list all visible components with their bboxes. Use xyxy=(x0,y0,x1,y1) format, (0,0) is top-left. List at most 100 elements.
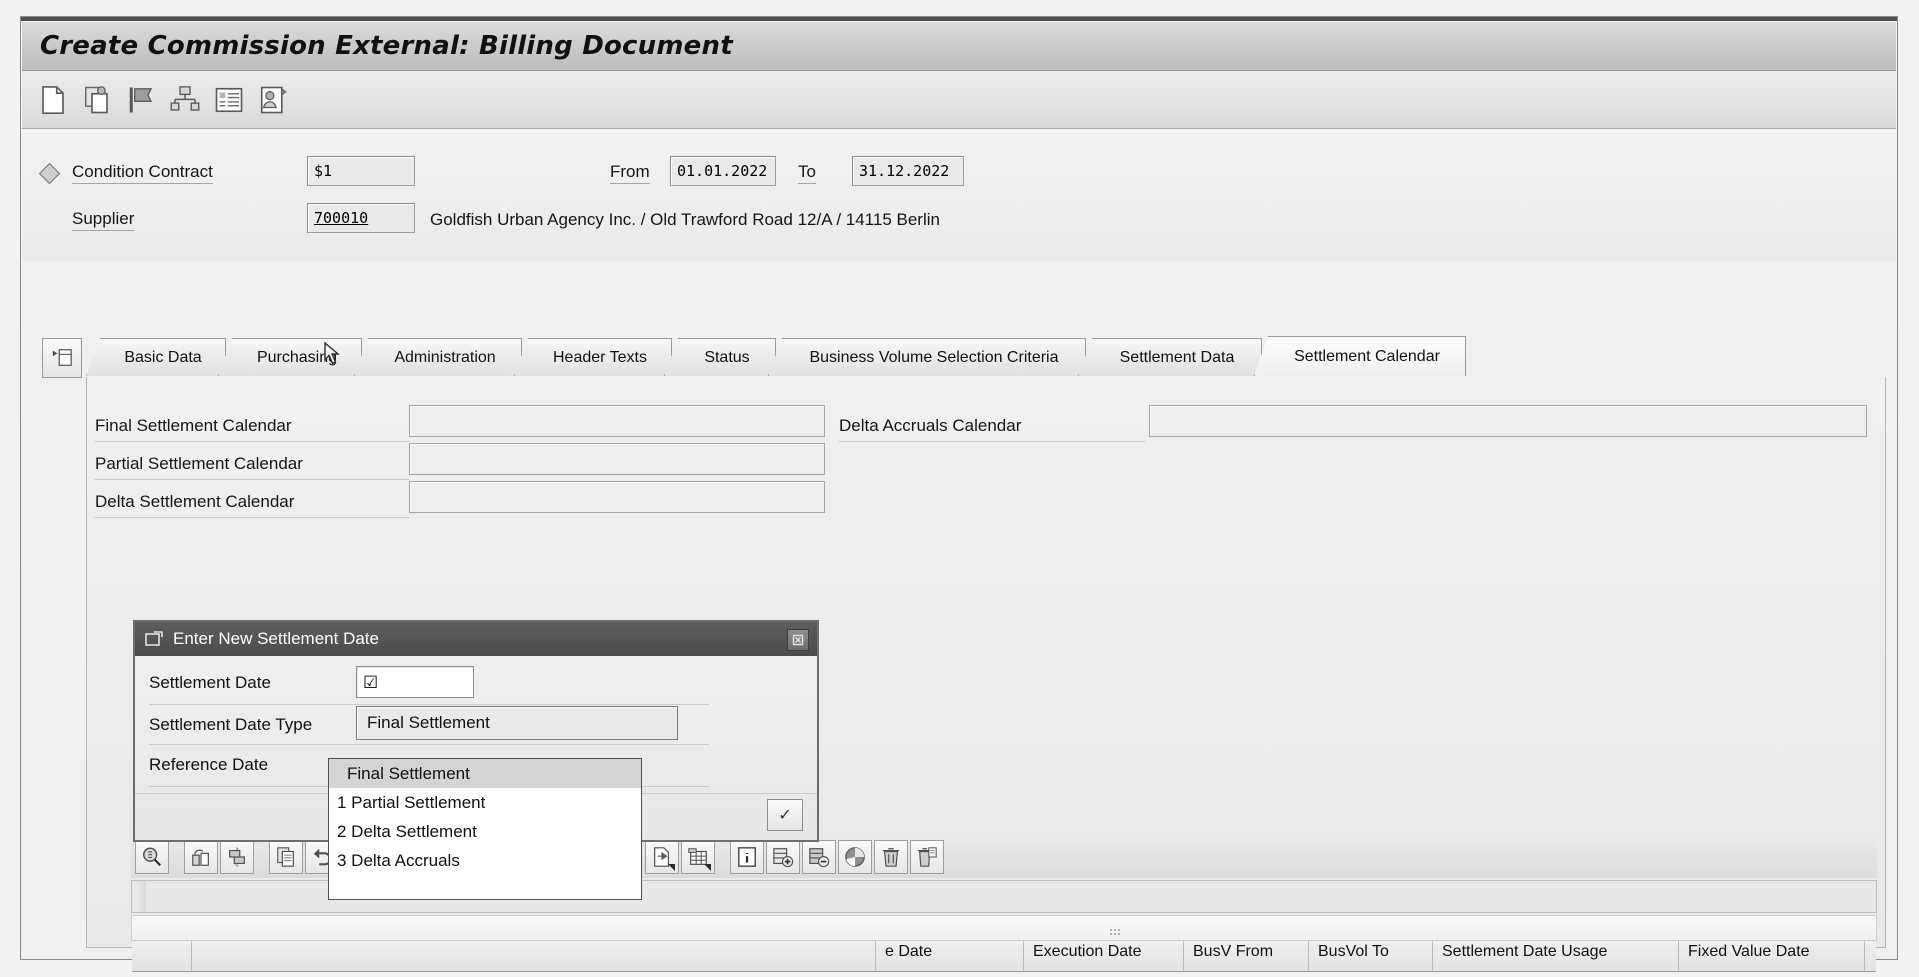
hierarchy-icon[interactable] xyxy=(170,85,200,115)
dialog-field-underline xyxy=(149,744,709,745)
dropdown-option-delta-accruals[interactable]: 3 Delta Accruals xyxy=(329,846,641,875)
close-icon[interactable] xyxy=(787,629,809,651)
settlement-date-type-select[interactable]: Final Settlement xyxy=(356,706,678,740)
tab-area: Basic Data Purchasing Administration Hea… xyxy=(22,261,1896,958)
tab-basic-data[interactable]: Basic Data xyxy=(86,338,226,376)
final-settlement-calendar-label-wrap: Final Settlement Calendar xyxy=(95,411,292,441)
field-underline xyxy=(95,517,409,518)
valid-from-input[interactable]: 01.01.2022 xyxy=(670,156,776,186)
supplier-label-wrap: Supplier xyxy=(72,205,134,235)
check-entries-icon[interactable] xyxy=(184,840,218,874)
window-icon xyxy=(145,631,163,647)
dropdown-option-final-settlement[interactable]: Final Settlement xyxy=(329,759,641,788)
copy-document-icon[interactable] xyxy=(82,85,112,115)
tab-label: Business Volume Selection Criteria xyxy=(809,349,1058,367)
mouse-cursor-icon xyxy=(324,342,342,368)
field-underline xyxy=(839,441,1145,442)
status-diamond-icon xyxy=(39,162,60,183)
delta-accruals-calendar-label-wrap: Delta Accruals Calendar xyxy=(839,411,1021,441)
confirm-button[interactable]: ✓ xyxy=(767,799,803,831)
settlement-date-label-wrap: Settlement Date xyxy=(149,666,271,700)
condition-contract-label: Condition Contract xyxy=(72,162,213,184)
delete-row-icon[interactable] xyxy=(802,840,836,874)
detail-magnifier-icon[interactable] xyxy=(135,840,169,874)
delta-accruals-calendar-select[interactable] xyxy=(1149,405,1867,437)
delta-accruals-calendar-label: Delta Accruals Calendar xyxy=(839,416,1021,436)
tab-administration[interactable]: Administration xyxy=(354,338,522,376)
export-icon[interactable] xyxy=(645,840,679,874)
final-settlement-calendar-label: Final Settlement Calendar xyxy=(95,416,292,436)
dialog-title-bar[interactable]: Enter New Settlement Date xyxy=(135,622,817,656)
tab-header-texts[interactable]: Header Texts xyxy=(514,338,672,376)
table-row[interactable] xyxy=(132,970,1876,977)
dropdown-option-partial-settlement[interactable]: 1 Partial Settlement xyxy=(329,788,641,817)
condition-contract-input[interactable]: $1 xyxy=(307,156,415,186)
tab-status[interactable]: Status xyxy=(664,338,776,376)
toolbar-separator xyxy=(717,840,728,874)
settlement-date-label: Settlement Date xyxy=(149,673,271,693)
dialog-title: Enter New Settlement Date xyxy=(173,629,379,649)
partial-settlement-calendar-label-wrap: Partial Settlement Calendar xyxy=(95,449,303,479)
tab-settlement-calendar[interactable]: Settlement Calendar xyxy=(1254,336,1466,376)
chevron-down-icon xyxy=(668,864,675,871)
settlement-date-value: ☑ xyxy=(363,674,378,691)
info-icon[interactable] xyxy=(730,840,764,874)
delete-all-icon[interactable] xyxy=(910,840,944,874)
field-underline xyxy=(95,479,409,480)
settlement-date-input[interactable]: ☑ xyxy=(356,666,474,698)
partial-settlement-calendar-label: Partial Settlement Calendar xyxy=(95,454,303,474)
delta-settlement-calendar-label-wrap: Delta Settlement Calendar xyxy=(95,487,294,517)
reference-date-label-wrap: Reference Date xyxy=(149,748,268,782)
graphic-icon[interactable] xyxy=(838,840,872,874)
document-header: Condition Contract $1 From 01.01.2022 To… xyxy=(22,130,1896,261)
valid-to-label-wrap: To xyxy=(798,158,816,188)
copy-row-icon[interactable] xyxy=(269,840,303,874)
final-settlement-calendar-select[interactable] xyxy=(409,405,825,437)
valid-from-label: From xyxy=(610,162,650,184)
page-title: Create Commission External: Billing Docu… xyxy=(40,31,733,61)
valid-from-label-wrap: From xyxy=(610,158,650,188)
new-document-icon[interactable] xyxy=(38,85,68,115)
tab-list-icon[interactable] xyxy=(42,338,82,378)
settlement-date-type-label-wrap: Settlement Date Type xyxy=(149,708,312,742)
condition-contract-row xyxy=(42,158,57,188)
tab-business-volume-selection-criteria[interactable]: Business Volume Selection Criteria xyxy=(768,338,1086,376)
grid-splitter[interactable] xyxy=(138,881,146,912)
window-title-bar: Create Commission External: Billing Docu… xyxy=(22,22,1896,71)
dropdown-option-delta-settlement[interactable]: 2 Delta Settlement xyxy=(329,817,641,846)
settlement-date-type-dropdown[interactable]: Final Settlement 1 Partial Settlement 2 … xyxy=(328,758,642,900)
chevron-down-icon xyxy=(704,864,711,871)
tab-strip: Basic Data Purchasing Administration Hea… xyxy=(86,338,1886,376)
toolbar-separator xyxy=(171,840,182,874)
grid-status-bar xyxy=(131,915,1877,941)
toolbar-separator xyxy=(256,840,267,874)
reference-date-label: Reference Date xyxy=(149,755,268,775)
valid-to-input[interactable]: 31.12.2022 xyxy=(852,156,964,186)
refresh-icon[interactable] xyxy=(220,840,254,874)
delta-settlement-calendar-select[interactable] xyxy=(409,481,825,513)
business-partner-icon[interactable] xyxy=(258,85,288,115)
tab-label: Settlement Data xyxy=(1120,349,1235,367)
application-toolbar xyxy=(22,71,1896,129)
valid-to-label: To xyxy=(798,162,816,184)
supplier-label: Supplier xyxy=(72,209,134,231)
delete-icon[interactable] xyxy=(874,840,908,874)
list-details-icon[interactable] xyxy=(214,85,244,115)
tab-label: Basic Data xyxy=(124,349,201,367)
condition-contract-label-wrap: Condition Contract xyxy=(72,158,213,188)
insert-row-icon[interactable] xyxy=(766,840,800,874)
supplier-input[interactable]: 700010 xyxy=(307,203,415,233)
settlement-date-type-label: Settlement Date Type xyxy=(149,715,312,735)
tab-label: Status xyxy=(704,349,749,367)
dialog-field-underline xyxy=(149,704,709,705)
supplier-description: Goldfish Urban Agency Inc. / Old Trawfor… xyxy=(430,210,940,230)
partial-settlement-calendar-select[interactable] xyxy=(409,443,825,475)
supplier-description-wrap: Goldfish Urban Agency Inc. / Old Trawfor… xyxy=(430,205,940,235)
layout-icon[interactable] xyxy=(681,840,715,874)
tab-label: Administration xyxy=(394,349,495,367)
resize-grip-icon[interactable] xyxy=(1109,926,1125,938)
delta-settlement-calendar-label: Delta Settlement Calendar xyxy=(95,492,294,512)
field-underline xyxy=(95,441,409,442)
tab-settlement-data[interactable]: Settlement Data xyxy=(1078,338,1262,376)
flag-icon[interactable] xyxy=(126,85,156,115)
